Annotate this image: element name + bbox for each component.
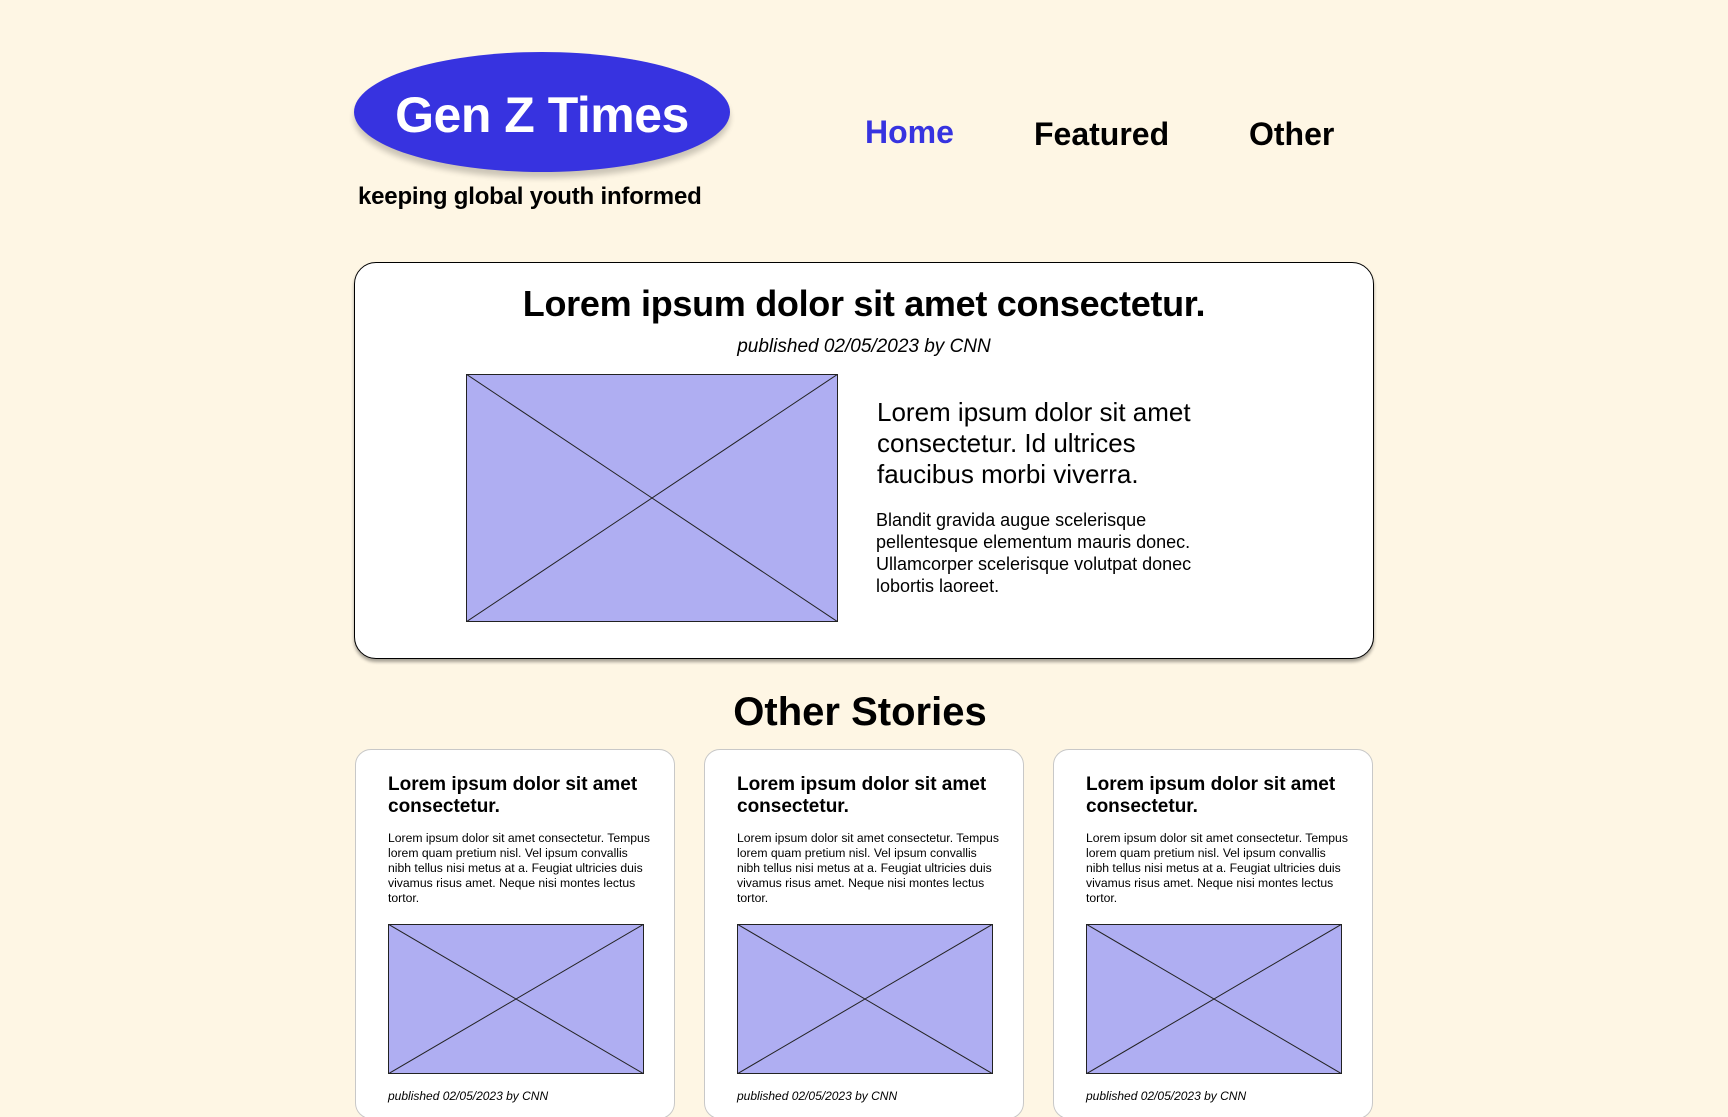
main-story-image-placeholder[interactable] bbox=[466, 374, 838, 622]
main-story-lead: Lorem ipsum dolor sit amet consectetur. … bbox=[877, 397, 1191, 489]
story-byline: published 02/05/2023 by CNN bbox=[388, 1089, 549, 1103]
story-title[interactable]: Lorem ipsum dolor sit amet consectetur. bbox=[737, 774, 987, 818]
story-byline: published 02/05/2023 by CNN bbox=[737, 1089, 898, 1103]
nav-link-other[interactable]: Other bbox=[1249, 116, 1334, 153]
story-byline: published 02/05/2023 by CNN bbox=[1086, 1089, 1247, 1103]
story-body: Lorem ipsum dolor sit amet consectetur. … bbox=[1086, 831, 1348, 905]
main-story-title[interactable]: Lorem ipsum dolor sit amet consectetur. bbox=[355, 283, 1373, 325]
story-title[interactable]: Lorem ipsum dolor sit amet consectetur. bbox=[1086, 774, 1336, 818]
logo-text: Gen Z Times bbox=[395, 87, 689, 143]
image-placeholder-icon bbox=[1086, 924, 1342, 1074]
page: Gen Z Times keeping global youth informe… bbox=[0, 0, 1728, 1117]
story-image-placeholder[interactable] bbox=[388, 924, 644, 1074]
site-tagline: keeping global youth informed bbox=[358, 183, 702, 210]
nav-link-featured[interactable]: Featured bbox=[1034, 116, 1169, 153]
main-story-card[interactable]: Lorem ipsum dolor sit amet consectetur. … bbox=[354, 262, 1374, 659]
story-card[interactable]: Lorem ipsum dolor sit amet consectetur. … bbox=[704, 749, 1024, 1117]
story-card[interactable]: Lorem ipsum dolor sit amet consectetur. … bbox=[1053, 749, 1373, 1117]
main-story-body: Blandit gravida augue scelerisque pellen… bbox=[876, 510, 1192, 596]
other-stories-heading: Other Stories bbox=[733, 690, 987, 734]
story-card[interactable]: Lorem ipsum dolor sit amet consectetur. … bbox=[355, 749, 675, 1117]
image-placeholder-icon bbox=[388, 924, 644, 1074]
story-body: Lorem ipsum dolor sit amet consectetur. … bbox=[737, 831, 999, 905]
story-body: Lorem ipsum dolor sit amet consectetur. … bbox=[388, 831, 650, 905]
main-story-byline: published 02/05/2023 by CNN bbox=[737, 336, 991, 357]
image-placeholder-icon bbox=[737, 924, 993, 1074]
story-image-placeholder[interactable] bbox=[1086, 924, 1342, 1074]
site-logo[interactable]: Gen Z Times bbox=[354, 52, 730, 172]
story-title[interactable]: Lorem ipsum dolor sit amet consectetur. bbox=[388, 774, 638, 818]
story-image-placeholder[interactable] bbox=[737, 924, 993, 1074]
nav-link-home[interactable]: Home bbox=[865, 114, 954, 151]
image-placeholder-icon bbox=[466, 374, 838, 622]
